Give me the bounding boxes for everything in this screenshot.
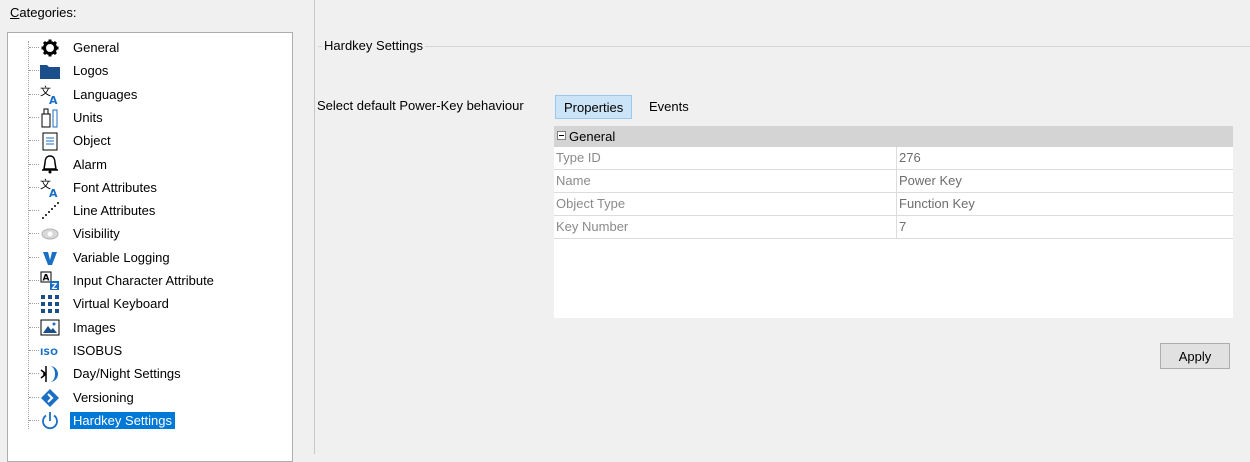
- grid-section-label: General: [569, 129, 616, 144]
- tree-item-virtual-keyboard[interactable]: Virtual Keyboard: [8, 292, 288, 315]
- svg-text:ISO: ISO: [40, 347, 58, 358]
- default-power-key-label: Select default Power-Key behaviour: [317, 98, 524, 113]
- grid-row[interactable]: Name Power Key: [554, 170, 1233, 193]
- grid-value: Function Key: [899, 196, 975, 211]
- grid-row[interactable]: Type ID 276: [554, 147, 1233, 170]
- units-icon: [40, 108, 60, 128]
- image-icon: [40, 318, 60, 338]
- grid-value: Power Key: [899, 173, 962, 188]
- tree-item-label: Variable Logging: [73, 249, 170, 265]
- tab-properties[interactable]: Properties: [555, 95, 633, 119]
- tree-item-input-character-attribute[interactable]: A Z Input Character Attribute: [8, 269, 288, 292]
- iso-icon: ISO: [40, 341, 60, 361]
- tree-item-visibility[interactable]: Visibility: [8, 222, 288, 245]
- tree-item-logos[interactable]: Logos: [8, 59, 288, 82]
- grid-section-general[interactable]: General: [554, 126, 1233, 147]
- grid-key: Key Number: [556, 219, 629, 234]
- versioning-icon: [40, 388, 60, 408]
- svg-text:A: A: [43, 274, 50, 284]
- keyboard-icon: [40, 294, 60, 314]
- tree-item-general[interactable]: General: [8, 36, 288, 59]
- grid-row[interactable]: Key Number 7: [554, 216, 1233, 239]
- tree-item-label: Font Attributes: [73, 179, 157, 195]
- grid-value: 7: [899, 219, 907, 234]
- tree-item-label: Line Attributes: [73, 203, 156, 219]
- tree-item-label: Versioning: [73, 389, 134, 405]
- power-icon: [40, 411, 60, 431]
- tree-item-label: Images: [73, 319, 116, 335]
- svg-text:A: A: [49, 94, 58, 105]
- tree-item-label: Hardkey Settings: [70, 411, 175, 429]
- tree-item-font-attributes[interactable]: 文 A Font Attributes: [8, 176, 288, 199]
- svg-text:A: A: [49, 187, 58, 198]
- gear-icon: [40, 38, 60, 58]
- tree-item-label: Logos: [73, 63, 109, 79]
- tree-item-label: Visibility: [73, 226, 120, 242]
- tree-item-label: Units: [73, 109, 103, 125]
- tree-item-label: Day/Night Settings: [73, 366, 181, 382]
- language-icon: 文A: [40, 85, 60, 105]
- tree-item-label: Object: [73, 133, 111, 149]
- categories-label: Categories:: [10, 5, 77, 20]
- grid-key: Object Type: [556, 196, 626, 211]
- property-grid[interactable]: General Type ID 276 Name Power Key Objec…: [554, 126, 1233, 318]
- groupbox-title: Hardkey Settings: [322, 38, 425, 53]
- tree-item-label: General: [73, 40, 120, 55]
- grid-row[interactable]: Object Type Function Key: [554, 193, 1233, 216]
- tree-item-label: ISOBUS: [73, 342, 123, 358]
- dotted-line-icon: [40, 201, 60, 221]
- tree-item-alarm[interactable]: Alarm: [8, 153, 288, 176]
- day-night-icon: [40, 364, 60, 384]
- eye-icon: [40, 224, 60, 244]
- document-icon: [40, 131, 60, 151]
- tree-item-label: Languages: [73, 86, 138, 102]
- tab-events[interactable]: Events: [641, 95, 697, 119]
- collapse-icon[interactable]: [557, 131, 566, 140]
- tree-item-day-night-settings[interactable]: Day/Night Settings: [8, 362, 288, 385]
- v-logging-icon: [40, 248, 60, 268]
- tree-item-label: Virtual Keyboard: [73, 296, 169, 312]
- category-tree[interactable]: General Logos 文 A Languages Units Object Alarm 文…: [7, 32, 293, 462]
- tree-item-label: Alarm: [73, 156, 107, 172]
- tree-item-units[interactable]: Units: [8, 106, 288, 129]
- svg-text:Z: Z: [52, 282, 58, 291]
- folder-icon: [40, 61, 60, 81]
- input-char-icon: AZ: [40, 271, 60, 291]
- tree-item-hardkey-settings[interactable]: Hardkey Settings: [8, 409, 288, 432]
- grid-value: 276: [899, 150, 921, 165]
- grid-key: Type ID: [556, 150, 601, 165]
- tree-item-variable-logging[interactable]: Variable Logging: [8, 246, 288, 269]
- tree-item-line-attributes[interactable]: Line Attributes: [8, 199, 288, 222]
- tree-item-versioning[interactable]: Versioning: [8, 386, 288, 409]
- bell-icon: [40, 155, 60, 175]
- tree-item-label: Input Character Attribute: [73, 273, 214, 288]
- font-icon: 文A: [40, 178, 60, 198]
- tree-item-images[interactable]: Images: [8, 316, 288, 339]
- tree-item-isobus[interactable]: ISO ISOBUS: [8, 339, 288, 362]
- tree-item-languages[interactable]: 文 A Languages: [8, 83, 288, 106]
- apply-button[interactable]: Apply: [1160, 343, 1230, 369]
- tree-item-object[interactable]: Object: [8, 129, 288, 152]
- grid-key: Name: [556, 173, 591, 188]
